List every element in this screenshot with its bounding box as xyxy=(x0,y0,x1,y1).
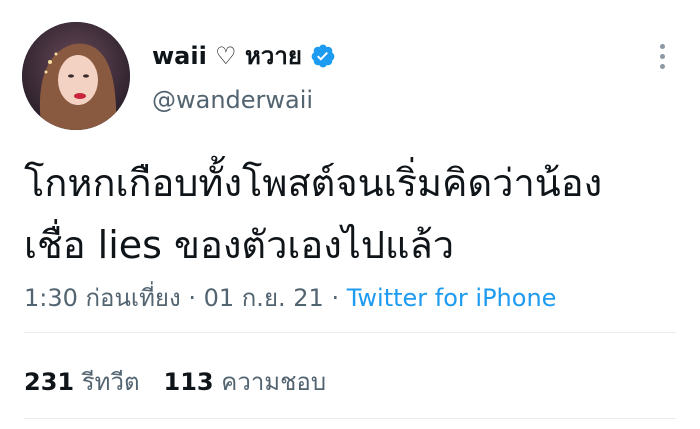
divider xyxy=(24,332,676,333)
tweet-time[interactable]: 1:30 ก่อนเที่ยง xyxy=(24,284,181,312)
user-handle[interactable]: @wanderwaii xyxy=(152,86,313,114)
tweet-meta: 1:30 ก่อนเที่ยง · 01 ก.ย. 21 · Twitter f… xyxy=(24,278,556,317)
likes-stat[interactable]: 113 ความชอบ xyxy=(164,362,327,401)
likes-count: 113 xyxy=(163,368,214,396)
tweet-card: waii ♡ หวาย @wanderwaii โกหกเกือบทั้งโพส… xyxy=(0,0,700,429)
meta-separator-2: · xyxy=(331,284,340,312)
meta-separator: · xyxy=(188,284,196,312)
retweets-count: 231 xyxy=(24,368,75,396)
display-name-text[interactable]: waii ♡ หวาย xyxy=(152,36,302,75)
tweet-text: โกหกเกือบทั้งโพสต์จนเริ่มคิดว่าน้อง เชื่… xyxy=(24,152,674,276)
display-name[interactable]: waii ♡ หวาย xyxy=(152,36,336,75)
tweet-date[interactable]: 01 ก.ย. 21 xyxy=(204,284,324,312)
tweet-text-line-2: เชื่อ lies ของตัวเองไปแล้ว xyxy=(24,223,455,267)
verified-badge-icon xyxy=(310,43,336,69)
likes-label: ความชอบ xyxy=(221,368,327,396)
divider-bottom xyxy=(24,418,676,419)
tweet-text-line-1: โกหกเกือบทั้งโพสต์จนเริ่มคิดว่าน้อง xyxy=(24,161,603,205)
avatar[interactable] xyxy=(22,22,130,130)
retweets-label: รีทวีต xyxy=(81,368,140,396)
tweet-source-link[interactable]: Twitter for iPhone xyxy=(347,284,557,312)
more-options-icon[interactable] xyxy=(660,44,668,69)
retweets-stat[interactable]: 231 รีทวีต xyxy=(24,362,140,401)
tweet-stats: 231 รีทวีต 113 ความชอบ xyxy=(24,362,326,401)
